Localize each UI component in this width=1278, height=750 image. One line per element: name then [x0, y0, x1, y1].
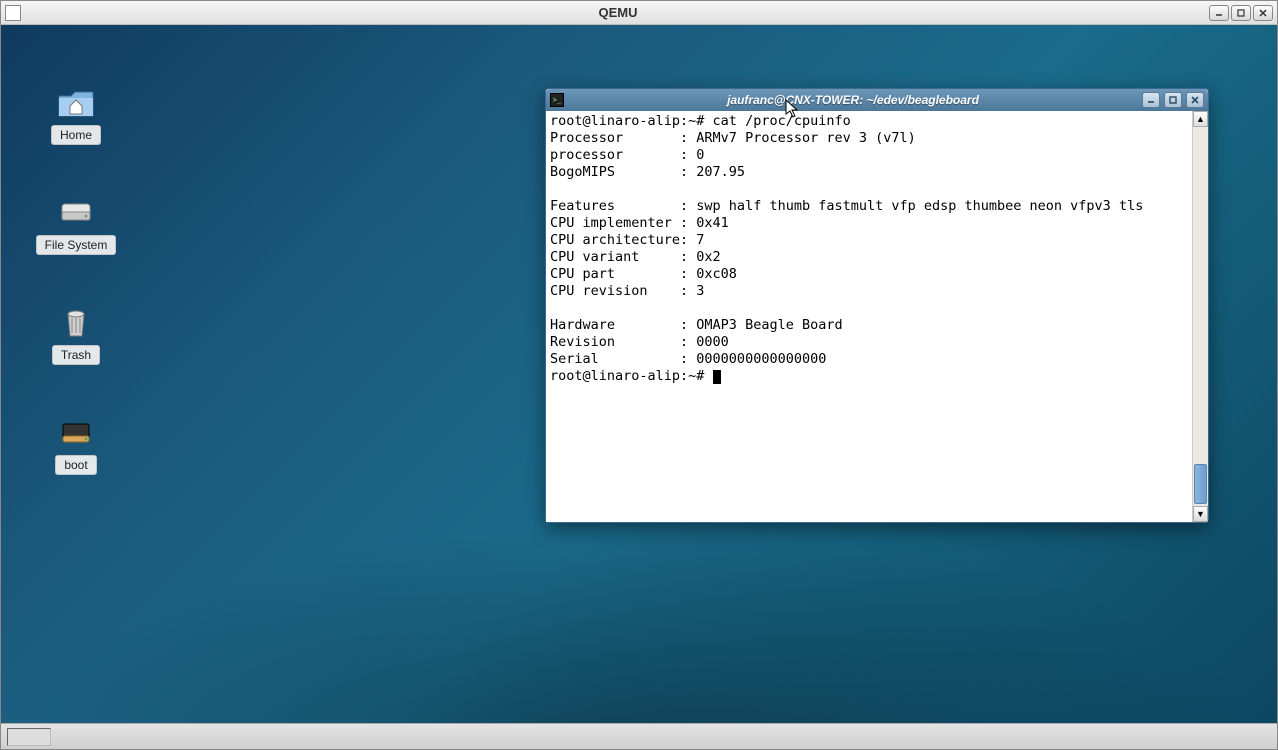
outer-titlebar[interactable]: QEMU [1, 1, 1277, 25]
desktop-icon-file-system[interactable]: File System [36, 195, 116, 255]
scrollbar-thumb[interactable] [1194, 464, 1207, 504]
terminal-minimize-button[interactable] [1142, 92, 1160, 108]
terminal-window: >_ jaufranc@CNX-TOWER: ~/edev/beagleboar… [545, 88, 1209, 523]
terminal-title: jaufranc@CNX-TOWER: ~/edev/beagleboard [568, 93, 1138, 107]
trash-icon [56, 305, 96, 341]
close-icon [1190, 95, 1200, 105]
scroll-up-button[interactable]: ▲ [1193, 111, 1208, 127]
outer-window-controls [1209, 5, 1273, 21]
scroll-down-button[interactable]: ▼ [1193, 506, 1208, 522]
minimize-icon [1214, 8, 1224, 18]
terminal-scrollbar: ▲ ▼ [1192, 111, 1208, 522]
close-icon [1258, 8, 1268, 18]
disk-icon [56, 415, 96, 451]
terminal-content[interactable]: root@linaro-alip:~# cat /proc/cpuinfo Pr… [546, 111, 1192, 522]
maximize-icon [1168, 95, 1178, 105]
desktop-icon-boot[interactable]: boot [36, 415, 116, 475]
maximize-button[interactable] [1231, 5, 1251, 21]
guest-desktop[interactable]: Home File System Trash boot [1, 25, 1277, 723]
home-folder-icon [56, 85, 96, 121]
taskbar[interactable] [1, 723, 1277, 749]
scrollbar-track[interactable] [1193, 127, 1208, 506]
qemu-window: QEMU Home Fil [0, 0, 1278, 750]
terminal-close-button[interactable] [1186, 92, 1204, 108]
terminal-cursor [713, 370, 721, 384]
desktop-icon-label: File System [36, 235, 117, 255]
minimize-button[interactable] [1209, 5, 1229, 21]
desktop-icon-label: boot [55, 455, 96, 475]
drive-icon [56, 195, 96, 231]
maximize-icon [1236, 8, 1246, 18]
taskbar-slot[interactable] [7, 728, 51, 746]
terminal-icon: >_ [550, 93, 564, 107]
desktop-icon-trash[interactable]: Trash [36, 305, 116, 365]
minimize-icon [1146, 95, 1156, 105]
terminal-titlebar[interactable]: >_ jaufranc@CNX-TOWER: ~/edev/beagleboar… [546, 89, 1208, 111]
terminal-body: root@linaro-alip:~# cat /proc/cpuinfo Pr… [546, 111, 1208, 522]
outer-window-title: QEMU [27, 5, 1209, 20]
qemu-app-icon [5, 5, 21, 21]
terminal-maximize-button[interactable] [1164, 92, 1182, 108]
close-button[interactable] [1253, 5, 1273, 21]
desktop-icon-home[interactable]: Home [36, 85, 116, 145]
desktop-icon-label: Home [51, 125, 101, 145]
desktop-icon-label: Trash [52, 345, 100, 365]
desktop-icons-column: Home File System Trash boot [36, 85, 116, 475]
